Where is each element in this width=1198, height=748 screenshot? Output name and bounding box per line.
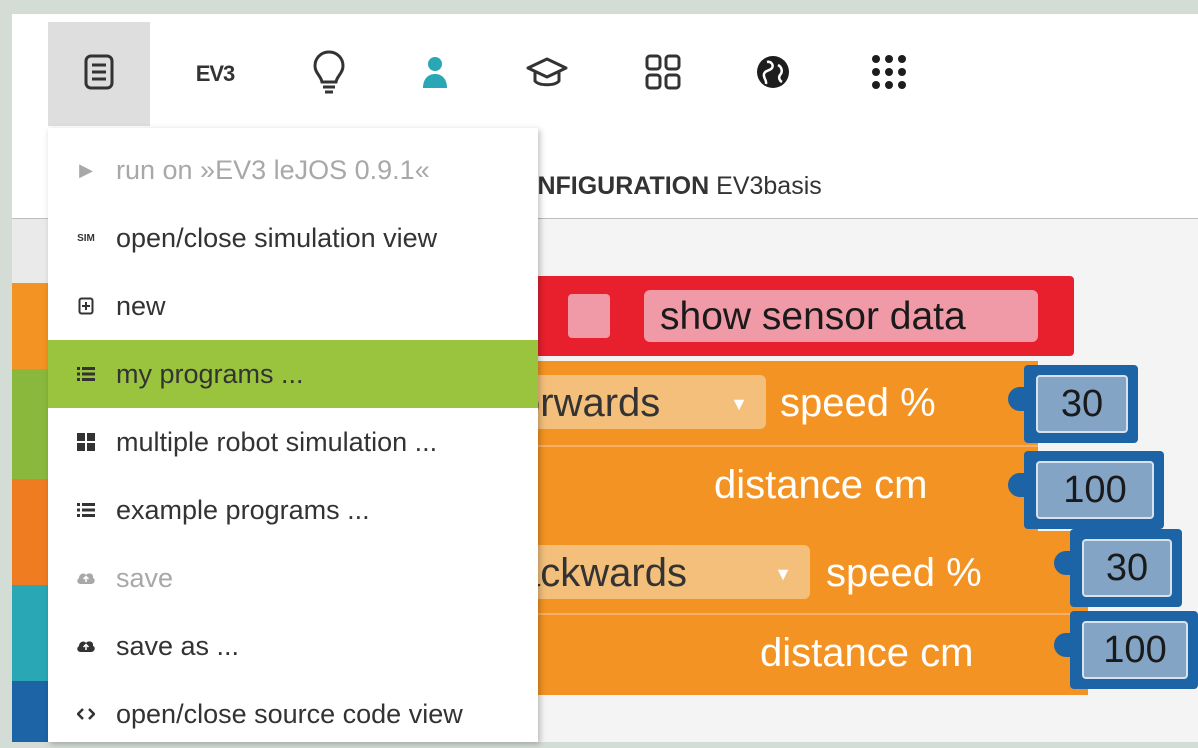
block-divider [516, 445, 1038, 447]
tutorial-menu-button[interactable] [496, 22, 598, 126]
configuration-tab[interactable]: ONFIGURATION EV3basis [518, 172, 822, 201]
menu-item-label: open/close simulation view [116, 222, 438, 253]
speed-label: speed % [780, 381, 936, 425]
speed-input[interactable]: 30 [1036, 375, 1128, 433]
ev3-robot-label: EV3 [195, 61, 236, 86]
direction-backward-value: ackwards [518, 551, 687, 595]
menu-item-label: save as ... [116, 630, 240, 661]
menu-item-my-programs[interactable]: my programs ... [48, 340, 538, 408]
gallery-menu-button[interactable] [612, 22, 714, 126]
program-icon [83, 54, 115, 95]
block-divider [516, 613, 1088, 615]
apps-menu-button[interactable] [838, 22, 940, 126]
category-sensors[interactable] [12, 369, 52, 479]
menu-item-label: new [116, 290, 166, 321]
menu-item-label: run on »EV3 leJOS 0.9.1« [116, 154, 430, 185]
configuration-name: EV3basis [716, 172, 822, 200]
user-menu-button[interactable] [384, 22, 486, 126]
language-menu-button[interactable] [722, 22, 824, 126]
show-sensor-data-block[interactable]: show sensor data [516, 276, 1074, 356]
category-logic[interactable] [12, 585, 52, 681]
play-icon: ▶ [79, 159, 93, 180]
menu-item-source-code-view[interactable]: open/close source code view [48, 680, 538, 748]
category-collapse-toggle[interactable] [12, 219, 52, 283]
speed-label: speed % [826, 551, 982, 595]
distance-label: distance cm [760, 631, 974, 675]
lightbulb-icon [312, 49, 346, 100]
distance-input[interactable]: 100 [1082, 621, 1188, 679]
menu-item-save[interactable]: save [48, 544, 538, 612]
direction-dropdown-forward[interactable]: orwards ▼ [516, 375, 766, 429]
category-control[interactable] [12, 479, 52, 585]
menu-item-multiple-robot-simulation[interactable]: multiple robot simulation ... [48, 408, 538, 476]
sensor-block-label: show sensor data [660, 295, 966, 338]
menu-item-run-on[interactable]: ▶ run on »EV3 leJOS 0.9.1« [48, 136, 538, 204]
menu-item-label: save [116, 562, 174, 593]
menu-item-label: example programs ... [116, 494, 370, 525]
sim-icon: SIM [77, 232, 95, 244]
connector-notch [1054, 633, 1072, 657]
grid-icon [74, 433, 98, 451]
help-menu-button[interactable] [278, 22, 380, 126]
connector-notch [1054, 551, 1072, 575]
direction-forward-value: orwards [518, 381, 661, 425]
chevron-down-icon: ▼ [730, 394, 748, 414]
direction-dropdown-backward[interactable]: ackwards ▼ [516, 545, 810, 599]
sensor-label-field: show sensor data [644, 290, 1038, 342]
drive-forward-block[interactable]: orwards ▼ speed % distance cm [516, 361, 1038, 531]
distance-input[interactable]: 100 [1036, 461, 1154, 519]
configuration-tab-prefix: ONFIGURATION [518, 172, 710, 200]
distance-number-block[interactable]: 100 [1008, 451, 1164, 529]
list-icon [74, 502, 98, 518]
new-file-icon [74, 297, 98, 315]
graduation-cap-icon [526, 55, 568, 94]
category-math[interactable] [12, 681, 52, 742]
drive-backward-block[interactable]: ackwards ▼ speed % distance cm [516, 531, 1088, 695]
globe-icon [754, 53, 792, 96]
speed-number-block[interactable]: 30 [1054, 529, 1182, 607]
program-menu-button[interactable] [48, 22, 150, 126]
cloud-save-icon [74, 639, 98, 653]
menu-item-label: my programs ... [116, 358, 304, 389]
apps-dots-icon [870, 53, 908, 96]
menu-item-save-as[interactable]: save as ... [48, 612, 538, 680]
menu-item-example-programs[interactable]: example programs ... [48, 476, 538, 544]
user-icon [421, 54, 449, 95]
menu-item-new[interactable]: new [48, 272, 538, 340]
gallery-grid-icon [644, 53, 682, 96]
program-dropdown-menu: ▶ run on »EV3 leJOS 0.9.1« SIM open/clos… [48, 128, 538, 742]
robot-menu-button[interactable]: EV3 [164, 22, 266, 126]
block-category-strip [12, 219, 52, 742]
menu-item-simulation-view[interactable]: SIM open/close simulation view [48, 204, 538, 272]
distance-number-block[interactable]: 100 [1054, 611, 1198, 689]
menu-item-label: open/close source code view [116, 698, 463, 729]
speed-number-block[interactable]: 30 [1008, 365, 1138, 443]
category-action[interactable] [12, 283, 52, 369]
chevron-down-icon: ▼ [774, 564, 792, 584]
block-checkbox[interactable] [568, 294, 610, 338]
connector-notch [1008, 473, 1026, 497]
connector-notch [1008, 387, 1026, 411]
code-icon [74, 708, 98, 720]
cloud-save-icon [74, 571, 98, 585]
menu-item-label: multiple robot simulation ... [116, 426, 438, 457]
main-toolbar: EV3 [12, 14, 1198, 130]
list-icon [74, 366, 98, 382]
speed-input[interactable]: 30 [1082, 539, 1172, 597]
distance-label: distance cm [714, 463, 928, 507]
